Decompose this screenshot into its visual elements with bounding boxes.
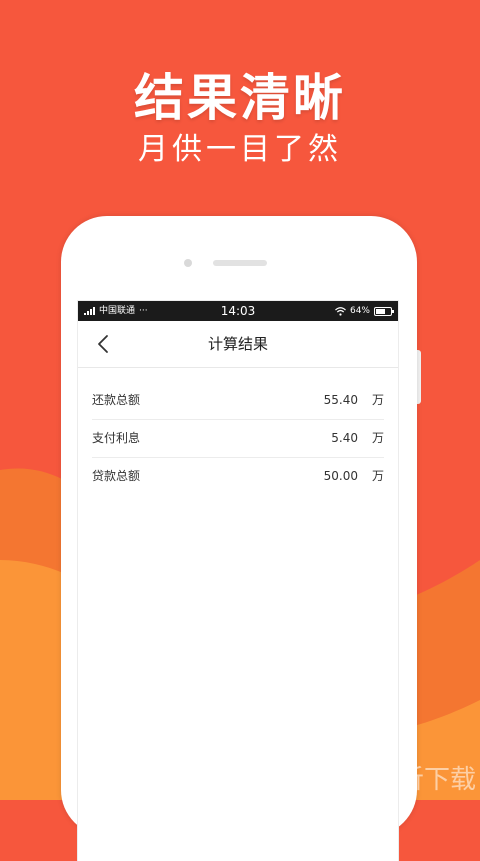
nav-bar: 计算结果 bbox=[78, 321, 398, 368]
result-unit: 万 bbox=[371, 393, 384, 407]
battery-percent: 64% bbox=[349, 306, 370, 316]
result-label: 还款总额 bbox=[92, 393, 141, 407]
result-value: 5.40 bbox=[331, 431, 358, 445]
battery-icon bbox=[374, 306, 394, 316]
watermark-logo-icon: 听 bbox=[318, 755, 362, 799]
phone-speaker bbox=[213, 260, 267, 266]
phone-camera bbox=[184, 259, 192, 267]
status-right: 64% bbox=[335, 301, 394, 321]
result-unit: 万 bbox=[371, 431, 384, 445]
result-row-loan-total: 贷款总额 50.00 万 bbox=[92, 458, 384, 495]
watermark-text: 一听下载 bbox=[372, 764, 477, 795]
phone-mockup: 中国联通 ··· 14:03 64% 计算结果 还款总额 55.40 万 支付利… bbox=[61, 216, 417, 861]
result-row-interest: 支付利息 5.40 万 bbox=[92, 420, 384, 458]
result-list: 还款总额 55.40 万 支付利息 5.40 万 贷款总额 50.00 万 bbox=[78, 382, 398, 495]
headline: 结果清晰 bbox=[134, 69, 346, 127]
watermark: 听 一听下载 bbox=[318, 755, 476, 799]
result-unit: 万 bbox=[371, 469, 384, 483]
page-title: 计算结果 bbox=[207, 335, 268, 353]
result-row-total-repayment: 还款总额 55.40 万 bbox=[92, 382, 384, 420]
result-label: 贷款总额 bbox=[92, 469, 141, 483]
result-value: 50.00 bbox=[323, 469, 358, 483]
result-label: 支付利息 bbox=[92, 431, 141, 445]
result-value: 55.40 bbox=[323, 393, 358, 407]
wifi-icon bbox=[335, 306, 346, 316]
status-bar: 中国联通 ··· 14:03 64% bbox=[78, 301, 398, 321]
subline: 月供一目了然 bbox=[138, 132, 342, 167]
